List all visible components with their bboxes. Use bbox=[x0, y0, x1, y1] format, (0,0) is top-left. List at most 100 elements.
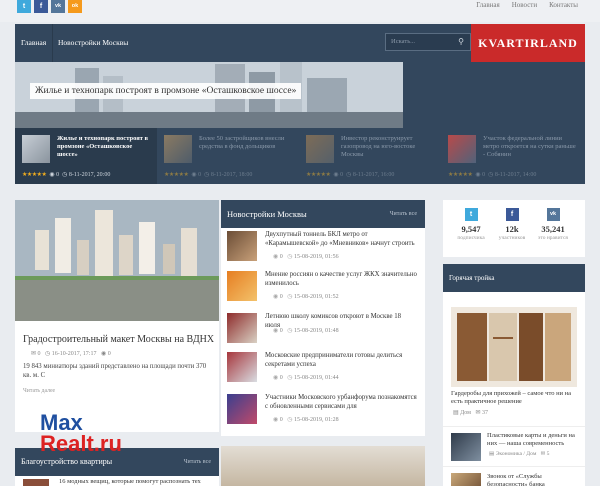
bottom-item-thumb bbox=[23, 479, 49, 486]
eye-icon: ◉ bbox=[475, 172, 481, 178]
block-title[interactable]: Благоустройство квартиры bbox=[21, 457, 112, 466]
slider-item[interactable]: Жилье и технопарк построят в промзоне «О… bbox=[15, 128, 157, 184]
newbuildings-block: Новостройки Москвы Читать все Двухпутный… bbox=[221, 200, 425, 436]
hot-item-title[interactable]: Пластиковые карты и деньги на них — наша… bbox=[487, 432, 581, 448]
slider-item[interactable]: Инвестор реконструирует газопровод на юг… bbox=[299, 128, 441, 184]
vk-icon[interactable]: vk bbox=[51, 0, 65, 13]
social-stat-twitter[interactable]: t 9,547 подписчика bbox=[455, 208, 487, 241]
list-item[interactable]: Двухпутный тоннель БКЛ метро от «Карамыш… bbox=[227, 231, 419, 265]
nav-item-home[interactable]: Главная bbox=[15, 24, 54, 62]
hot-main-meta: ▤ Дом ✉ 37 bbox=[453, 410, 488, 416]
hero-banner[interactable]: Жилье и технопарк построят в промзоне «О… bbox=[15, 62, 585, 128]
site-logo[interactable]: KVARTIRLAND bbox=[471, 24, 585, 62]
list-item[interactable]: 16 модных вещиц, которые помогут распозн… bbox=[23, 478, 215, 486]
list-item[interactable]: Мнение россиян о качестве услуг ЖКХ знач… bbox=[227, 271, 419, 305]
twitter-icon[interactable]: t bbox=[464, 208, 478, 221]
clock-icon: ◷ bbox=[287, 328, 293, 334]
watermark-line1: Max bbox=[40, 410, 83, 435]
eye-icon: ◉ bbox=[273, 417, 279, 423]
featured-article: Градостроительный макет Москвы на ВДНХ ✉… bbox=[15, 200, 219, 432]
featured-title[interactable]: Градостроительный макет Москвы на ВДНХ bbox=[23, 334, 214, 345]
hot-main-title[interactable]: Гардеробы для прихожей – самое что ни на… bbox=[451, 390, 581, 406]
clock-icon: ◷ bbox=[45, 351, 51, 357]
clock-icon: ◷ bbox=[62, 172, 68, 178]
news-thumb bbox=[227, 313, 257, 343]
featured-image[interactable] bbox=[15, 200, 219, 321]
vk-count: 35,241 bbox=[541, 224, 565, 234]
search-icon[interactable]: ⚲ bbox=[454, 36, 468, 48]
news-thumb bbox=[227, 231, 257, 261]
toplink-home[interactable]: Главная bbox=[476, 1, 500, 9]
twitter-count: 9,547 bbox=[461, 224, 481, 234]
hot-three-block: Горячая тройка Гардеробы для прихожей – … bbox=[443, 264, 585, 486]
eye-icon: ◉ bbox=[100, 351, 107, 357]
slider-thumb bbox=[164, 135, 192, 163]
eye-icon: ◉ bbox=[191, 172, 197, 178]
social-stat-vk[interactable]: vk 35,241 это нравится bbox=[537, 208, 569, 241]
vk-icon[interactable]: vk bbox=[546, 208, 560, 221]
slider-item-title[interactable]: Более 50 застройщиков внесли средства в … bbox=[199, 135, 294, 151]
twitter-label: подписчика bbox=[457, 235, 485, 241]
folder-icon: ▤ bbox=[489, 451, 495, 457]
watermark-line2: Realt.ru bbox=[40, 431, 122, 456]
slider-item[interactable]: Более 50 застройщиков внесли средства в … bbox=[157, 128, 299, 184]
news-title[interactable]: Участники Московского урбанфорума познак… bbox=[265, 394, 417, 411]
block-title[interactable]: Горячая тройка bbox=[449, 274, 495, 282]
odnoklassniki-icon[interactable]: ok bbox=[68, 0, 82, 13]
eye-icon: ◉ bbox=[273, 294, 279, 300]
read-all-link[interactable]: Читать все bbox=[184, 448, 211, 476]
slider-item[interactable]: Участок федеральной линии метро откроетс… bbox=[441, 128, 583, 184]
comment-icon: ✉ bbox=[540, 451, 546, 457]
facebook-icon[interactable]: f bbox=[34, 0, 48, 13]
list-item[interactable]: Московские предприниматели готовы делить… bbox=[227, 352, 419, 386]
category-link[interactable]: Дом bbox=[460, 410, 471, 416]
toplink-news[interactable]: Новости bbox=[512, 1, 537, 9]
clock-icon: ◷ bbox=[287, 254, 293, 260]
eye-icon: ◉ bbox=[49, 172, 55, 178]
read-more-link[interactable]: Читать далее bbox=[23, 388, 55, 394]
list-item[interactable]: Пластиковые карты и деньги на них — наша… bbox=[443, 426, 585, 464]
list-item[interactable]: Звонок от «Службы безопасности» банка bbox=[443, 466, 585, 486]
toplink-contacts[interactable]: Контакты bbox=[549, 1, 578, 9]
social-stat-facebook[interactable]: f 12k участников bbox=[496, 208, 528, 241]
news-thumb bbox=[227, 271, 257, 301]
slider-thumb bbox=[306, 135, 334, 163]
slider-thumb bbox=[448, 135, 476, 163]
slider-item-title[interactable]: Инвестор реконструирует газопровод на юг… bbox=[341, 135, 436, 159]
clock-icon: ◷ bbox=[287, 294, 293, 300]
facebook-icon[interactable]: f bbox=[505, 208, 519, 221]
news-meta: ◉ 0 ◷ 15-08-2019, 01:56 bbox=[273, 254, 339, 260]
news-meta: ◉ 0 ◷ 15-08-2019, 01:44 bbox=[273, 375, 339, 381]
news-title[interactable]: Двухпутный тоннель БКЛ метро от «Карамыш… bbox=[265, 231, 417, 248]
hero-title[interactable]: Жилье и технопарк построят в промзоне «О… bbox=[30, 83, 302, 99]
hot-main-image[interactable] bbox=[451, 307, 577, 387]
rating-stars-icon: ★★★★★ bbox=[306, 172, 331, 178]
block-title[interactable]: Новостройки Москвы bbox=[227, 209, 307, 219]
comment-icon: ✉ bbox=[475, 410, 481, 416]
facebook-count: 12k bbox=[505, 224, 519, 234]
hot-item-title[interactable]: Звонок от «Службы безопасности» банка bbox=[487, 473, 581, 486]
list-item[interactable]: Участники Московского урбанфорума познак… bbox=[227, 394, 419, 428]
hot-item-meta: ▤ Экономика / Дом ✉ 5 bbox=[489, 451, 550, 457]
slider-thumb bbox=[22, 135, 50, 163]
eye-icon: ◉ bbox=[333, 172, 339, 178]
bottom-promo-image[interactable] bbox=[221, 446, 425, 486]
list-item[interactable]: Летнюю школу комиксов откроют в Москве 1… bbox=[227, 313, 419, 347]
slider-item-title[interactable]: Участок федеральной линии метро откроетс… bbox=[483, 135, 578, 159]
block-header: Горячая тройка bbox=[443, 264, 585, 292]
search-placeholder: Искать... bbox=[391, 38, 416, 45]
nav-item-moscow-newbuildings[interactable]: Новостройки Москвы bbox=[52, 24, 134, 62]
news-title[interactable]: Московские предприниматели готовы делить… bbox=[265, 352, 417, 369]
bottom-item-title[interactable]: 16 модных вещиц, которые помогут распозн… bbox=[59, 478, 215, 486]
main-nav: Главная Новостройки Москвы Искать... ⚲ K… bbox=[15, 24, 585, 62]
search-input[interactable]: Искать... ⚲ bbox=[385, 33, 471, 51]
news-thumb bbox=[227, 352, 257, 382]
news-meta: ◉ 0 ◷ 15-08-2019, 01:28 bbox=[273, 417, 339, 423]
folder-icon: ▤ bbox=[453, 410, 459, 416]
block-header: Новостройки Москвы Читать все bbox=[221, 200, 425, 228]
slider-item-title[interactable]: Жилье и технопарк построят в промзоне «О… bbox=[57, 135, 152, 159]
news-title[interactable]: Мнение россиян о качестве услуг ЖКХ знач… bbox=[265, 271, 417, 288]
read-all-link[interactable]: Читать все bbox=[390, 200, 417, 228]
twitter-icon[interactable]: t bbox=[17, 0, 31, 13]
rating-stars-icon: ★★★★★ bbox=[22, 172, 47, 178]
